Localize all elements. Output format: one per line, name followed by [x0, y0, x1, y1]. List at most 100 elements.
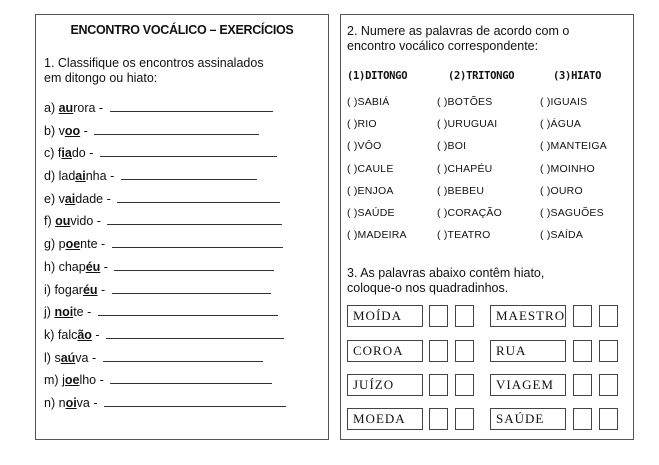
- item-letter: g): [44, 237, 56, 252]
- marked-vowel-cluster: noi: [54, 305, 74, 320]
- answer-square[interactable]: [455, 305, 474, 327]
- item-letter: f): [44, 214, 52, 229]
- exercise-1-item: e) vaidade -: [44, 190, 286, 213]
- word-option[interactable]: ( )MOINHO: [540, 163, 595, 175]
- item-letter: l): [44, 350, 51, 365]
- word-suffix: dade -: [75, 191, 111, 206]
- answer-line[interactable]: [109, 99, 273, 112]
- item-letter: d): [44, 169, 56, 184]
- word-option[interactable]: ( )BOI: [437, 140, 466, 152]
- answer-line[interactable]: [97, 303, 278, 317]
- answer-square[interactable]: [429, 374, 448, 396]
- header-tritongo: (2)TRITONGO: [448, 70, 515, 82]
- answer-line[interactable]: [107, 212, 283, 226]
- word-option[interactable]: ( )CAULE: [347, 163, 394, 175]
- word-prefix: n: [58, 395, 66, 410]
- item-letter: k): [44, 327, 55, 342]
- item-letter: i): [44, 282, 51, 297]
- word-prefix: fogar: [54, 282, 83, 297]
- exercise-1-item: b) voo -: [44, 122, 286, 145]
- answer-square[interactable]: [599, 374, 618, 396]
- answer-square[interactable]: [429, 408, 448, 430]
- answer-square[interactable]: [599, 305, 618, 327]
- answer-line[interactable]: [111, 281, 271, 294]
- item-letter: n): [44, 395, 56, 410]
- word-option[interactable]: ( )BOTÕES: [437, 96, 492, 108]
- word-box: VIAGEM: [490, 374, 566, 396]
- word-option[interactable]: ( )SAÍDA: [540, 229, 583, 241]
- word-option[interactable]: ( )ÁGUA: [540, 118, 581, 130]
- answer-square[interactable]: [573, 340, 592, 362]
- exercise-1-item: j) noite -: [44, 303, 286, 326]
- answer-line[interactable]: [110, 371, 273, 385]
- word-suffix: va -: [76, 395, 98, 410]
- answer-square[interactable]: [429, 340, 448, 362]
- item-letter: h): [44, 259, 56, 274]
- exercise-1-item: d) ladainha -: [44, 167, 286, 190]
- answer-square[interactable]: [573, 408, 592, 430]
- answer-line[interactable]: [94, 122, 260, 135]
- answer-line[interactable]: [102, 349, 263, 362]
- word-suffix: vido -: [70, 214, 101, 229]
- word-option[interactable]: ( )BEBEU: [437, 185, 484, 197]
- exercise-1-item: f) ouvido -: [44, 212, 286, 235]
- marked-vowel-cluster: ia: [61, 146, 72, 161]
- exercise-2-instruction: 2. Numere as palavras de acordo com o en…: [347, 24, 570, 53]
- word-option[interactable]: ( )CHAPÉU: [437, 163, 492, 175]
- word-prefix: lad: [58, 169, 76, 184]
- exercise-1-item: a) aurora -: [44, 99, 286, 122]
- marked-vowel-cluster: oi: [65, 395, 77, 410]
- exercise-1-item: i) fogaréu -: [44, 281, 286, 304]
- exercise-1-list: a) aurora - b) voo - c) fiado - d) ladai…: [44, 99, 286, 417]
- word-option[interactable]: ( )MANTEIGA: [540, 140, 607, 152]
- word-option[interactable]: ( )SAGUÕES: [540, 207, 604, 219]
- word-suffix: -: [97, 282, 106, 297]
- answer-square[interactable]: [573, 374, 592, 396]
- marked-vowel-cluster: au: [58, 101, 74, 115]
- item-letter: b): [44, 123, 56, 138]
- answer-line[interactable]: [117, 190, 281, 203]
- word-option[interactable]: ( )ENJOA: [347, 185, 394, 197]
- word-box: MOÍDA: [347, 305, 423, 327]
- marked-vowel-cluster: ai: [64, 191, 76, 206]
- exercise-1-item: c) fiado -: [44, 144, 286, 167]
- answer-square[interactable]: [573, 305, 592, 327]
- answer-line[interactable]: [111, 235, 283, 249]
- exercise-1-panel: ENCONTRO VOCÁLICO – EXERCÍCIOS 1. Classi…: [35, 14, 329, 440]
- word-option[interactable]: ( )VÔO: [347, 140, 381, 152]
- word-option[interactable]: ( )SABIÁ: [347, 96, 389, 108]
- marked-vowel-cluster: oe: [64, 373, 80, 388]
- word-suffix: te -: [73, 305, 92, 320]
- word-prefix: p: [58, 237, 66, 252]
- marked-vowel-cluster: ão: [77, 327, 92, 342]
- answer-square[interactable]: [455, 374, 474, 396]
- marked-vowel-cluster: aú: [60, 350, 76, 365]
- answer-square[interactable]: [599, 340, 618, 362]
- answer-square[interactable]: [429, 305, 448, 327]
- answer-line[interactable]: [114, 258, 275, 271]
- answer-line[interactable]: [120, 167, 257, 181]
- answer-line[interactable]: [104, 394, 286, 407]
- exercise-1-item: m) joelho -: [44, 371, 286, 394]
- marked-vowel-cluster: éu: [85, 259, 101, 274]
- word-prefix: falc: [57, 327, 78, 342]
- word-suffix: -: [100, 259, 108, 274]
- word-option[interactable]: ( )OURO: [540, 185, 583, 197]
- answer-square[interactable]: [455, 340, 474, 362]
- answer-square[interactable]: [455, 408, 474, 430]
- word-option[interactable]: ( )CORAÇÃO: [437, 207, 502, 219]
- word-option[interactable]: ( )RIO: [347, 118, 377, 130]
- word-option[interactable]: ( )MADEIRA: [347, 229, 407, 241]
- marked-vowel-cluster: ai: [75, 169, 86, 184]
- word-option[interactable]: ( )IGUAIS: [540, 96, 587, 108]
- exercise-3-instruction: 3. As palavras abaixo contêm hiato, colo…: [347, 266, 545, 295]
- word-option[interactable]: ( )URUGUAI: [437, 118, 497, 130]
- answer-line[interactable]: [106, 326, 285, 339]
- answer-square[interactable]: [599, 408, 618, 430]
- word-option[interactable]: ( )TEATRO: [437, 229, 491, 241]
- exercise-1-item: l) saúva -: [44, 349, 286, 372]
- word-box: MAESTRO: [490, 305, 566, 327]
- item-letter: c): [44, 146, 55, 161]
- word-option[interactable]: ( )SAÚDE: [347, 207, 395, 219]
- answer-line[interactable]: [99, 144, 277, 158]
